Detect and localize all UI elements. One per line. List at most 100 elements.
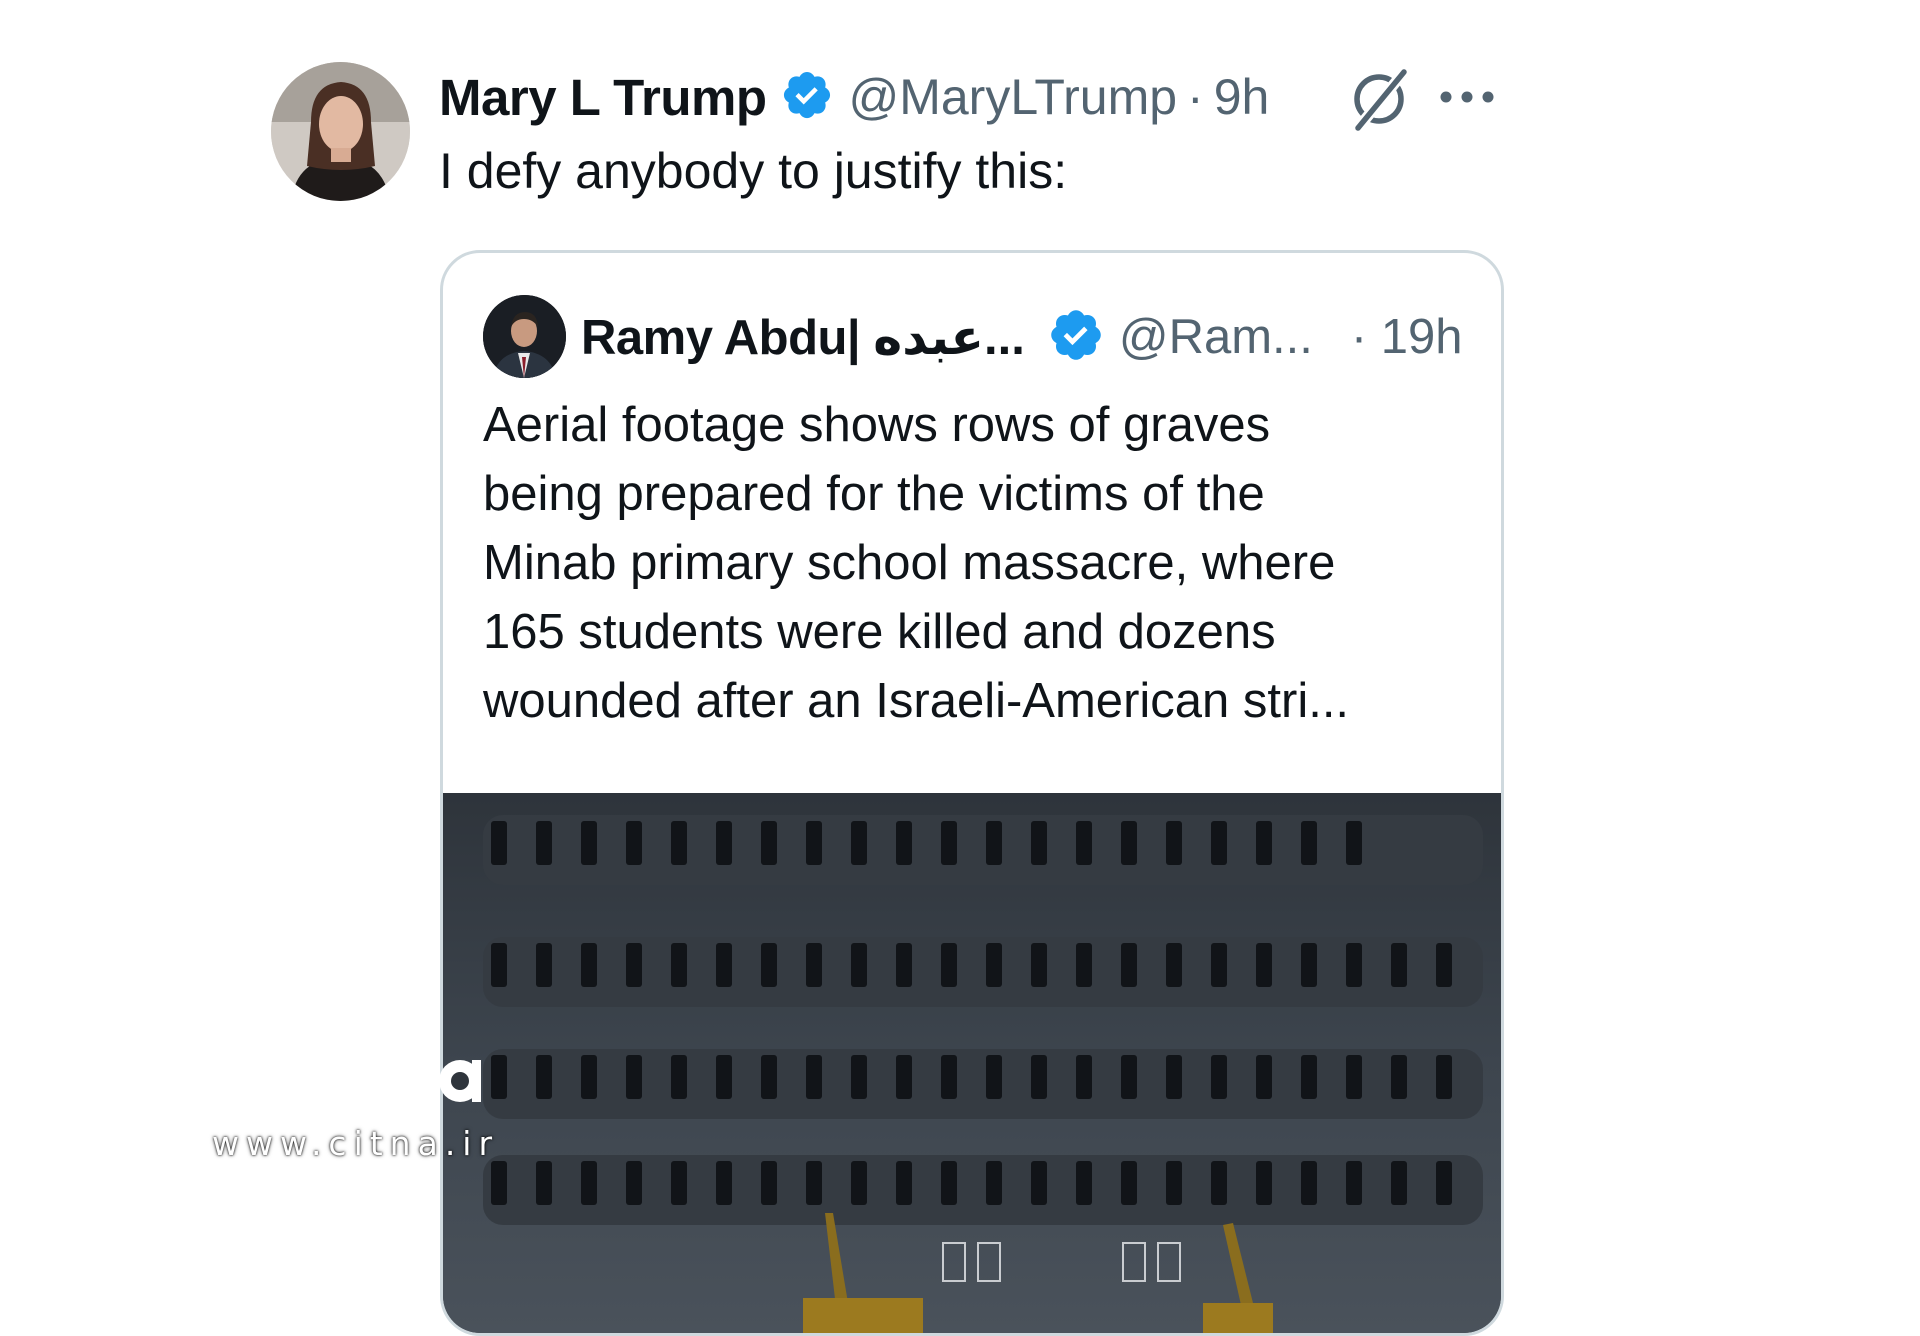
grave xyxy=(1256,821,1272,865)
grave xyxy=(806,943,822,987)
separator-dot: · xyxy=(1187,69,1204,125)
quoted-text-line: Minab primary school massacre, where xyxy=(483,536,1336,590)
grave xyxy=(626,821,642,865)
grave xyxy=(581,1161,597,1205)
grave xyxy=(536,1055,552,1099)
quoted-text-line: 165 students were killed and dozens xyxy=(483,605,1276,659)
grave xyxy=(1301,1055,1317,1099)
grave xyxy=(1076,821,1092,865)
grave xyxy=(491,943,507,987)
grave xyxy=(1391,1055,1407,1099)
grave xyxy=(1076,1055,1092,1099)
grave xyxy=(626,1055,642,1099)
grave xyxy=(716,943,732,987)
grave xyxy=(1436,1161,1452,1205)
quoted-verified-badge-icon xyxy=(1047,306,1105,369)
avatar-photo xyxy=(271,62,410,201)
grave xyxy=(1121,821,1137,865)
grave xyxy=(1211,1055,1227,1099)
grave xyxy=(1301,821,1317,865)
grave xyxy=(716,821,732,865)
grave xyxy=(1076,943,1092,987)
grave xyxy=(986,1055,1002,1099)
grave xyxy=(1166,1055,1182,1099)
grave xyxy=(1256,943,1272,987)
grave xyxy=(1256,1161,1272,1205)
grave xyxy=(1391,943,1407,987)
quoted-media-image[interactable] xyxy=(443,793,1501,1333)
grave xyxy=(851,1055,867,1099)
author-handle[interactable]: @MaryLTrump xyxy=(848,68,1177,126)
grave xyxy=(986,821,1002,865)
grave xyxy=(491,1161,507,1205)
grave xyxy=(671,1161,687,1205)
aerial-graves-photo xyxy=(443,793,1501,1333)
quoted-text-line: Aerial footage shows rows of graves xyxy=(483,398,1271,452)
grave xyxy=(941,943,957,987)
grave xyxy=(491,1055,507,1099)
grave xyxy=(1211,821,1227,865)
quoted-tweet-header: Ramy Abdu| عبده... @Ram... · 19h xyxy=(581,299,1481,375)
grave xyxy=(1166,943,1182,987)
grave xyxy=(1436,1055,1452,1099)
grave xyxy=(896,1055,912,1099)
grave xyxy=(536,1161,552,1205)
grave xyxy=(1121,1161,1137,1205)
grok-icon[interactable] xyxy=(1346,66,1412,137)
tweet-header: Mary L Trump @MaryLTrump · 9h xyxy=(439,62,1269,132)
grave xyxy=(671,943,687,987)
grave xyxy=(1121,943,1137,987)
grave xyxy=(941,1055,957,1099)
grave xyxy=(1031,943,1047,987)
watermark-text: www.citna.ir xyxy=(212,1124,500,1163)
grave xyxy=(581,821,597,865)
quoted-avatar-photo xyxy=(483,295,566,378)
grave xyxy=(671,1055,687,1099)
grave xyxy=(1031,1055,1047,1099)
grave xyxy=(536,943,552,987)
grave xyxy=(1346,943,1362,987)
author-avatar[interactable] xyxy=(271,62,410,201)
quoted-author-name[interactable]: Ramy Abdu| عبده... xyxy=(581,309,1025,366)
grave xyxy=(941,1161,957,1205)
grave xyxy=(1211,1161,1227,1205)
grave xyxy=(716,1055,732,1099)
grave xyxy=(896,821,912,865)
grave xyxy=(896,943,912,987)
grave xyxy=(1166,821,1182,865)
quoted-text-line: being prepared for the victims of the xyxy=(483,467,1265,521)
grave xyxy=(986,1161,1002,1205)
grave xyxy=(806,1161,822,1205)
grave xyxy=(851,1161,867,1205)
grave xyxy=(806,821,822,865)
grave xyxy=(761,1161,777,1205)
quoted-tweet-text: Aerial footage shows rows of graves bein… xyxy=(483,391,1483,736)
grave xyxy=(1031,821,1047,865)
quoted-tweet-card[interactable]: Ramy Abdu| عبده... @Ram... · 19h Aerial … xyxy=(440,250,1504,1336)
verified-badge-icon xyxy=(780,68,834,127)
grave xyxy=(1346,1161,1362,1205)
tweet-time[interactable]: 9h xyxy=(1214,68,1270,126)
quoted-text-line: wounded after an Israeli-American stri..… xyxy=(483,674,1350,728)
quoted-author-handle[interactable]: @Ram... xyxy=(1119,309,1313,365)
grave xyxy=(1301,943,1317,987)
quoted-tweet-time[interactable]: · 19h xyxy=(1351,309,1463,365)
grave xyxy=(716,1161,732,1205)
grave xyxy=(1301,1161,1317,1205)
grave xyxy=(581,1055,597,1099)
grave xyxy=(851,943,867,987)
grave xyxy=(626,943,642,987)
grave xyxy=(761,943,777,987)
grave xyxy=(806,1055,822,1099)
grave xyxy=(761,1055,777,1099)
grave xyxy=(626,1161,642,1205)
grave xyxy=(1346,821,1362,865)
grave xyxy=(536,821,552,865)
grave xyxy=(671,821,687,865)
grave xyxy=(491,821,507,865)
author-name[interactable]: Mary L Trump xyxy=(439,68,767,127)
grave xyxy=(1211,943,1227,987)
quoted-author-avatar[interactable] xyxy=(483,295,566,378)
more-icon[interactable] xyxy=(1440,90,1494,108)
grave xyxy=(896,1161,912,1205)
